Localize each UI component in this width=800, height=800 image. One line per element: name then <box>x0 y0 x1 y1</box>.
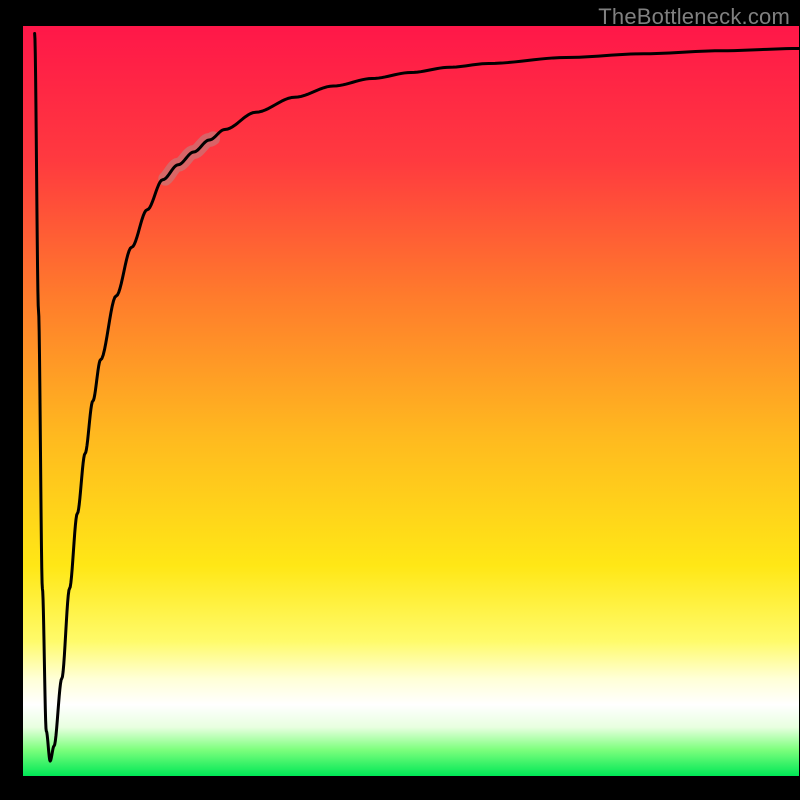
gradient-panel <box>23 26 799 776</box>
chart-svg <box>0 0 800 800</box>
chart-container: TheBottleneck.com <box>0 0 800 800</box>
attribution-label: TheBottleneck.com <box>598 4 790 30</box>
